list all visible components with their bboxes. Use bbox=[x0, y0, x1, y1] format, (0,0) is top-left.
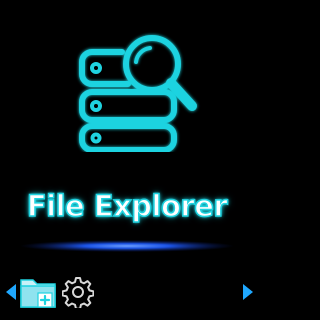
file-search-icon bbox=[79, 35, 197, 152]
selection-glow-bar bbox=[20, 240, 234, 252]
previous-arrow-icon[interactable] bbox=[6, 284, 16, 300]
device-screen: File Explorer bbox=[0, 0, 254, 320]
next-arrow-icon[interactable] bbox=[243, 284, 253, 300]
screen-title: File Explorer bbox=[26, 188, 228, 224]
folder-add-icon[interactable] bbox=[18, 271, 58, 311]
gear-icon[interactable] bbox=[62, 276, 94, 308]
